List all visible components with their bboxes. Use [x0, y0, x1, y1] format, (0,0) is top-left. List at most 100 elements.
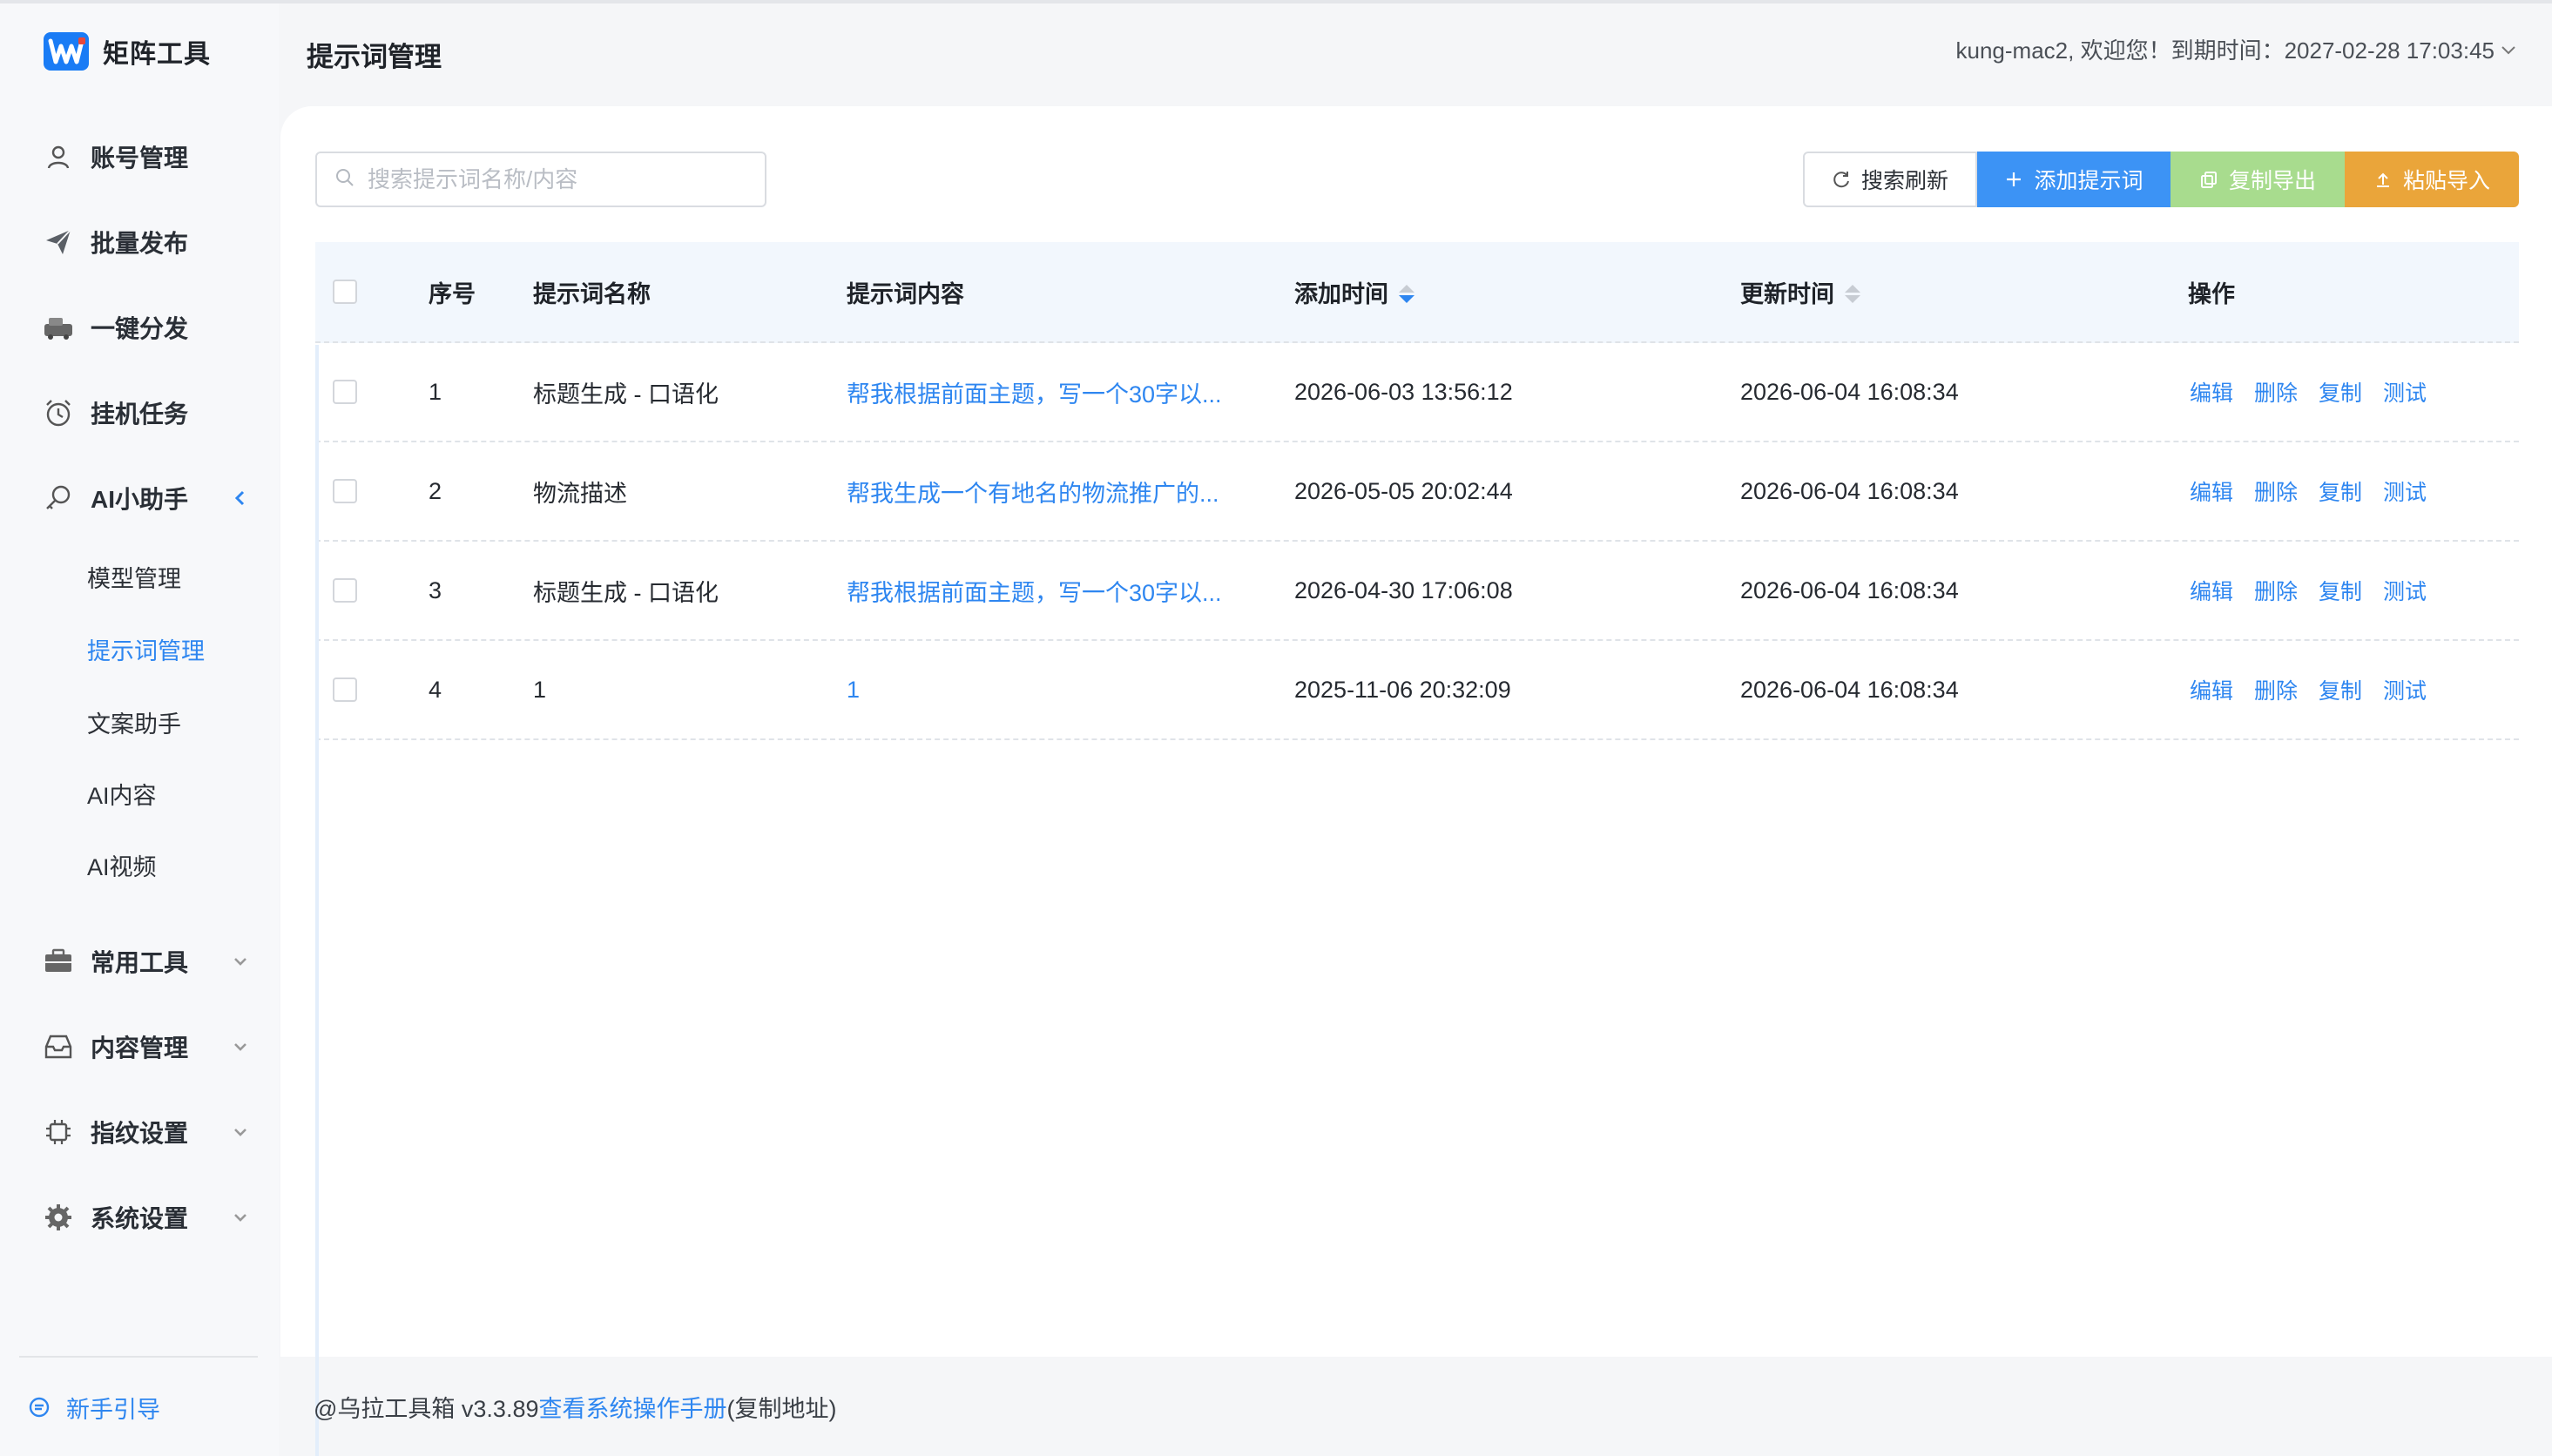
- search-box[interactable]: [315, 152, 766, 207]
- row-content-link[interactable]: 帮我生成一个有地名的物流推广的...: [847, 475, 1219, 509]
- paste-import-button[interactable]: 粘贴导入: [2345, 152, 2519, 207]
- manual-link[interactable]: 查看系统操作手册: [538, 1396, 726, 1422]
- alarm-clock-icon: [42, 396, 75, 429]
- sidebar-subitem-prompts[interactable]: 提示词管理: [87, 627, 205, 671]
- row-index: 2: [429, 477, 442, 504]
- app-window: 矩阵工具 账号管理 批量发布 一键分发 挂机任务 AI小助手 模型管理 提示词管…: [0, 0, 2552, 1456]
- edit-button[interactable]: 编辑: [2190, 376, 2233, 408]
- refresh-icon: [1832, 170, 1851, 189]
- table-header: 序号 提示词名称 提示词内容 添加时间 更新时间 操作: [315, 242, 2519, 343]
- chevron-down-icon[interactable]: [230, 1207, 251, 1228]
- copy-button[interactable]: 复制: [2319, 575, 2362, 606]
- sidebar-item-label: 常用工具: [91, 949, 189, 976]
- row-content-link[interactable]: 帮我根据前面主题，写一个30字以...: [847, 375, 1222, 409]
- copy-button[interactable]: 复制: [2319, 475, 2362, 507]
- header-content: 提示词内容: [847, 280, 964, 307]
- row-actions: 编辑 删除 复制 测试: [2190, 575, 2427, 606]
- footer: @乌拉工具箱 v3.3.89查看系统操作手册(复制地址): [314, 1390, 836, 1424]
- test-button[interactable]: 测试: [2383, 376, 2427, 408]
- chevron-down-icon[interactable]: [230, 1122, 251, 1143]
- sidebar-subitem-models[interactable]: 模型管理: [87, 555, 181, 598]
- sidebar: 矩阵工具 账号管理 批量发布 一键分发 挂机任务 AI小助手 模型管理 提示词管…: [0, 3, 279, 1456]
- table-row: 3 标题生成 - 口语化 帮我根据前面主题，写一个30字以... 2026-04…: [315, 542, 2519, 641]
- row-name: 1: [533, 676, 547, 703]
- chevron-left-icon[interactable]: [230, 488, 251, 509]
- add-prompt-button[interactable]: 添加提示词: [1977, 152, 2171, 207]
- row-content-link[interactable]: 帮我根据前面主题，写一个30字以...: [847, 574, 1222, 608]
- sidebar-item-system[interactable]: 系统设置: [42, 1191, 251, 1244]
- copy-address-link[interactable]: (复制地址): [726, 1396, 836, 1422]
- app-name: 矩阵工具: [103, 40, 211, 69]
- row-added-time: 2026-05-05 20:02:44: [1294, 477, 1513, 504]
- beginner-guide-link[interactable]: 新手引导: [26, 1388, 160, 1426]
- user-info-text: kung-mac2, 欢迎您！到期时间：2027-02-28 17:03:45: [1955, 37, 2495, 64]
- sidebar-subitem-ai-content[interactable]: AI内容: [87, 772, 157, 815]
- row-actions: 编辑 删除 复制 测试: [2190, 475, 2427, 507]
- sidebar-subitem-ai-video[interactable]: AI视频: [87, 843, 157, 886]
- prompts-table: 序号 提示词名称 提示词内容 添加时间 更新时间 操作 1 标题生成 - 口语化…: [315, 242, 2519, 1456]
- user-menu[interactable]: kung-mac2, 欢迎您！到期时间：2027-02-28 17:03:45: [1956, 33, 2518, 65]
- test-button[interactable]: 测试: [2383, 674, 2427, 705]
- sidebar-item-label: 一键分发: [91, 315, 189, 342]
- row-updated-time: 2026-06-04 16:08:34: [1740, 676, 1959, 703]
- edit-button[interactable]: 编辑: [2190, 575, 2233, 606]
- sidebar-item-distribute[interactable]: 一键分发: [42, 301, 251, 354]
- search-refresh-button[interactable]: 搜索刷新: [1803, 152, 1977, 207]
- header-updated-time[interactable]: 更新时间: [1740, 275, 1860, 309]
- row-updated-time: 2026-06-04 16:08:34: [1740, 477, 1959, 504]
- delete-button[interactable]: 删除: [2254, 674, 2298, 705]
- edit-button[interactable]: 编辑: [2190, 674, 2233, 705]
- app-logo[interactable]: 矩阵工具: [44, 30, 211, 73]
- upload-icon: [2373, 170, 2393, 189]
- sort-icon[interactable]: [1845, 284, 1860, 303]
- add-prompt-label: 添加提示词: [2034, 169, 2144, 193]
- search-input[interactable]: [368, 165, 751, 193]
- copy-button[interactable]: 复制: [2319, 674, 2362, 705]
- search-refresh-label: 搜索刷新: [1860, 169, 1948, 193]
- chevron-down-icon[interactable]: [230, 1036, 251, 1057]
- plus-icon: [2004, 170, 2023, 189]
- row-checkbox[interactable]: [333, 578, 357, 603]
- test-button[interactable]: 测试: [2383, 475, 2427, 507]
- sidebar-item-label: 内容管理: [91, 1035, 189, 1062]
- row-content-link[interactable]: 1: [847, 677, 860, 704]
- edit-button[interactable]: 编辑: [2190, 475, 2233, 507]
- delete-button[interactable]: 删除: [2254, 475, 2298, 507]
- copy-export-button[interactable]: 复制导出: [2171, 152, 2345, 207]
- table-row: 4 1 1 2025-11-06 20:32:09 2026-06-04 16:…: [315, 641, 2519, 740]
- inbox-icon: [42, 1030, 75, 1063]
- chevron-down-icon[interactable]: [230, 951, 251, 972]
- sidebar-item-label: 指纹设置: [91, 1120, 189, 1147]
- header-added-time[interactable]: 添加时间: [1294, 275, 1414, 309]
- test-button[interactable]: 测试: [2383, 575, 2427, 606]
- send-icon: [42, 226, 75, 259]
- sidebar-item-label: AI小助手: [91, 486, 189, 513]
- row-actions: 编辑 删除 复制 测试: [2190, 674, 2427, 705]
- copy-button[interactable]: 复制: [2319, 376, 2362, 408]
- row-checkbox[interactable]: [333, 479, 357, 503]
- sidebar-item-batch-publish[interactable]: 批量发布: [42, 216, 251, 268]
- sidebar-item-fingerprint[interactable]: 指纹设置: [42, 1106, 251, 1158]
- guide-label: 新手引导: [66, 1396, 160, 1423]
- select-all-checkbox[interactable]: [333, 280, 357, 304]
- sidebar-item-content[interactable]: 内容管理: [42, 1021, 251, 1073]
- guide-icon: [26, 1394, 52, 1420]
- row-updated-time: 2026-06-04 16:08:34: [1740, 576, 1959, 603]
- briefcase-icon: [42, 945, 75, 978]
- sort-icon[interactable]: [1399, 284, 1414, 303]
- sidebar-item-tasks[interactable]: 挂机任务: [42, 387, 251, 439]
- sidebar-item-accounts[interactable]: 账号管理: [42, 131, 251, 183]
- paste-import-label: 粘贴导入: [2402, 169, 2490, 193]
- row-checkbox[interactable]: [333, 677, 357, 702]
- delete-button[interactable]: 删除: [2254, 376, 2298, 408]
- row-actions: 编辑 删除 复制 测试: [2190, 376, 2427, 408]
- main-panel: 搜索刷新 添加提示词 复制导出 粘贴导入: [280, 106, 2552, 1456]
- header-index: 序号: [429, 280, 476, 307]
- sidebar-subitem-copywriter[interactable]: 文案助手: [87, 700, 181, 744]
- sidebar-item-ai-assistant[interactable]: AI小助手: [42, 472, 251, 524]
- delete-button[interactable]: 删除: [2254, 575, 2298, 606]
- row-checkbox[interactable]: [333, 380, 357, 404]
- page-title: 提示词管理: [307, 42, 442, 72]
- sidebar-item-tools[interactable]: 常用工具: [42, 935, 251, 988]
- user-icon: [42, 140, 75, 173]
